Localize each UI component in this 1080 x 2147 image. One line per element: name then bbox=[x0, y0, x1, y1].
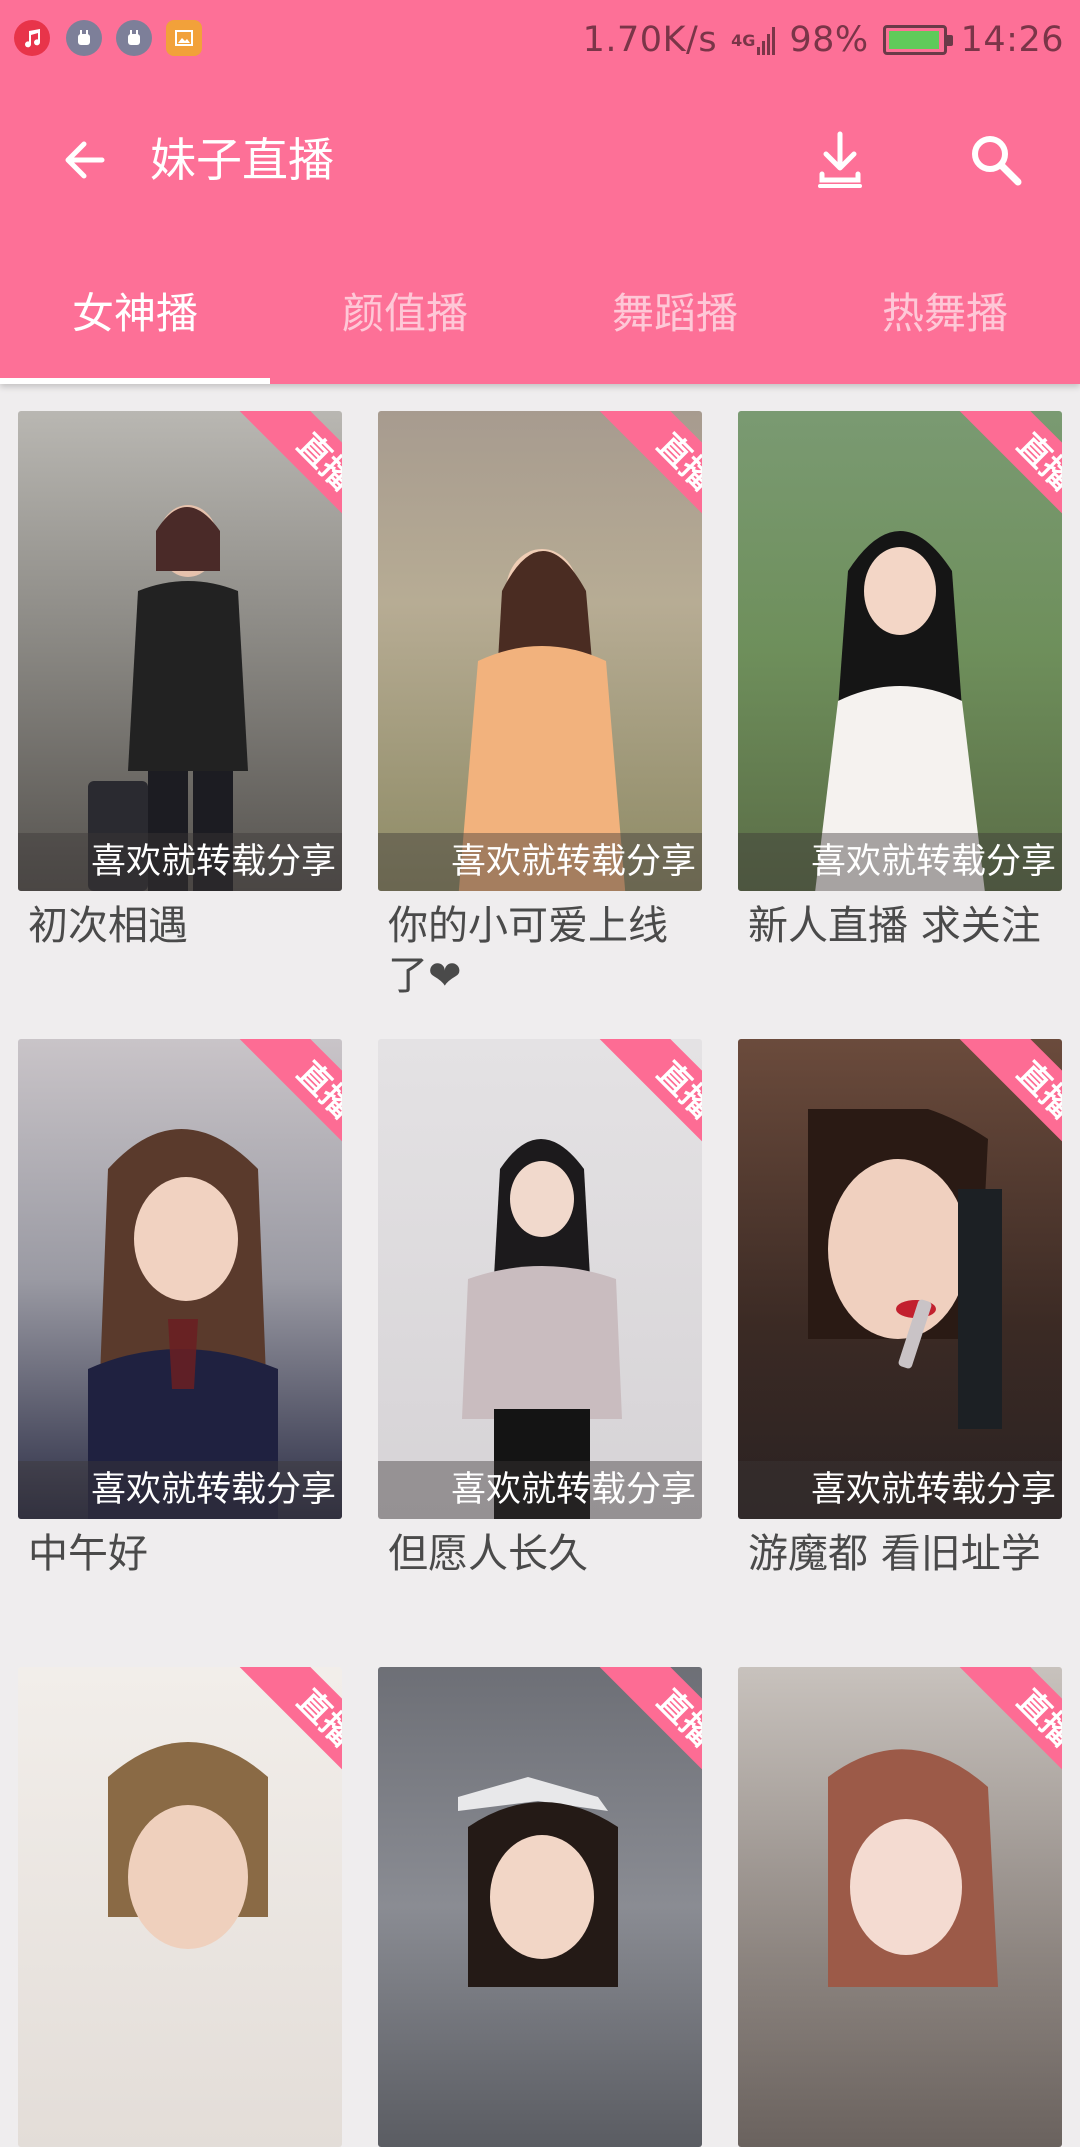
share-caption: 喜欢就转载分享 bbox=[378, 1461, 702, 1519]
status-bar: 1.70K/s 4G 98% 14:26 bbox=[0, 0, 1080, 80]
live-badge-label: 直播 bbox=[237, 1667, 342, 1791]
tab-indicator bbox=[0, 378, 270, 384]
stream-title: 中午好 bbox=[28, 1531, 148, 1577]
live-badge-label: 直播 bbox=[597, 411, 702, 535]
streamer-photo bbox=[108, 1742, 268, 1949]
stream-thumbnail[interactable]: 直播 喜欢就转载分享 bbox=[18, 411, 342, 891]
live-badge: 直播 bbox=[938, 411, 1062, 535]
status-right: 1.70K/s 4G 98% 14:26 bbox=[583, 14, 1064, 66]
app-header: 1.70K/s 4G 98% 14:26 妹子直播 女神播 颜值播 舞蹈播 热舞… bbox=[0, 0, 1080, 384]
stream-thumbnail[interactable]: 直播 喜欢就转载分享 bbox=[738, 1039, 1062, 1519]
live-badge: 直播 bbox=[578, 1039, 702, 1163]
share-caption: 喜欢就转载分享 bbox=[378, 833, 702, 891]
share-caption: 喜欢就转载分享 bbox=[18, 1461, 342, 1519]
tab-looks[interactable]: 颜值播 bbox=[270, 264, 540, 384]
stream-card[interactable]: 直播 bbox=[378, 1667, 702, 2147]
live-badge: 直播 bbox=[578, 1667, 702, 1791]
stream-card[interactable]: 直播 bbox=[18, 1667, 342, 2147]
stream-title: 但愿人长久 bbox=[388, 1531, 588, 1577]
tab-label: 颜值播 bbox=[341, 289, 468, 338]
live-badge-label: 直播 bbox=[957, 1039, 1062, 1163]
live-badge-label: 直播 bbox=[597, 1667, 702, 1791]
music-app-icon bbox=[14, 20, 50, 56]
android-debug-icon bbox=[66, 20, 102, 56]
streamer-photo bbox=[808, 1109, 1002, 1429]
stream-thumbnail[interactable]: 直播 bbox=[18, 1667, 342, 2147]
live-badge-label: 直播 bbox=[957, 1667, 1062, 1791]
search-icon[interactable] bbox=[958, 122, 1034, 198]
stream-title: 你的小可爱上线了❤ bbox=[388, 903, 668, 999]
streamer-photo bbox=[88, 505, 248, 891]
stream-card[interactable]: 直播 喜欢就转载分享 你的小可爱上线了❤ bbox=[378, 411, 702, 1001]
stream-thumbnail[interactable]: 直播 喜欢就转载分享 bbox=[738, 411, 1062, 891]
stream-thumbnail[interactable]: 直播 bbox=[738, 1667, 1062, 2147]
live-badge-label: 直播 bbox=[237, 1039, 342, 1163]
tab-label: 热舞播 bbox=[881, 289, 1008, 338]
live-badge-label: 直播 bbox=[237, 411, 342, 535]
share-caption: 喜欢就转载分享 bbox=[18, 833, 342, 891]
toolbar: 妹子直播 bbox=[0, 100, 1080, 220]
live-badge: 直播 bbox=[938, 1039, 1062, 1163]
stream-card[interactable]: 直播 喜欢就转载分享 新人直播 求关注 bbox=[738, 411, 1062, 951]
live-badge: 直播 bbox=[218, 1039, 342, 1163]
stream-title: 初次相遇 bbox=[28, 903, 188, 949]
arrow-left-icon[interactable] bbox=[46, 122, 122, 198]
streamer-photo bbox=[458, 1777, 618, 1987]
tab-label: 舞蹈播 bbox=[611, 289, 738, 338]
stream-title: 新人直播 求关注 bbox=[748, 903, 1041, 949]
live-badge: 直播 bbox=[218, 1667, 342, 1791]
stream-card[interactable]: 直播 喜欢就转载分享 但愿人长久 bbox=[378, 1039, 702, 1579]
stream-card[interactable]: 直播 喜欢就转载分享 游魔都 看旧址学 bbox=[738, 1039, 1062, 1579]
stream-thumbnail[interactable]: 直播 bbox=[378, 1667, 702, 2147]
stream-card[interactable]: 直播 喜欢就转载分享 初次相遇 bbox=[18, 411, 342, 951]
live-badge: 直播 bbox=[938, 1667, 1062, 1791]
battery-percent: 98% bbox=[789, 20, 869, 60]
streamer-photo bbox=[815, 531, 985, 891]
streamer-photo bbox=[828, 1749, 998, 1987]
stream-thumbnail[interactable]: 直播 喜欢就转载分享 bbox=[18, 1039, 342, 1519]
network-speed: 1.70K/s bbox=[582, 20, 718, 60]
network-type: 4G bbox=[731, 30, 756, 50]
stream-card[interactable]: 直播 bbox=[738, 1667, 1062, 2147]
signal-icon: 4G bbox=[731, 25, 776, 55]
tab-hot-dance[interactable]: 热舞播 bbox=[810, 264, 1080, 384]
streamer-photo bbox=[88, 1129, 278, 1519]
live-badge-label: 直播 bbox=[597, 1039, 702, 1163]
clock: 14:26 bbox=[960, 20, 1064, 60]
stream-card[interactable]: 直播 喜欢就转载分享 中午好 bbox=[18, 1039, 342, 1579]
tab-dance[interactable]: 舞蹈播 bbox=[540, 264, 810, 384]
battery-icon bbox=[882, 25, 953, 55]
stream-title: 游魔都 看旧址学 bbox=[748, 1531, 1041, 1577]
share-caption: 喜欢就转载分享 bbox=[738, 1461, 1062, 1519]
live-badge-label: 直播 bbox=[957, 411, 1062, 535]
live-badge: 直播 bbox=[578, 411, 702, 535]
live-badge: 直播 bbox=[218, 411, 342, 535]
image-app-icon bbox=[166, 20, 202, 56]
streamer-photo bbox=[462, 1139, 622, 1519]
stream-thumbnail[interactable]: 直播 喜欢就转载分享 bbox=[378, 411, 702, 891]
android-debug-icon bbox=[116, 20, 152, 56]
page-title: 妹子直播 bbox=[150, 133, 334, 187]
stream-thumbnail[interactable]: 直播 喜欢就转载分享 bbox=[378, 1039, 702, 1519]
tab-label: 女神播 bbox=[71, 289, 198, 338]
tab-bar: 女神播 颜值播 舞蹈播 热舞播 bbox=[0, 264, 1080, 384]
tab-goddess[interactable]: 女神播 bbox=[0, 264, 270, 384]
streamer-photo bbox=[458, 549, 626, 891]
share-caption: 喜欢就转载分享 bbox=[738, 833, 1062, 891]
download-icon[interactable] bbox=[802, 122, 878, 198]
